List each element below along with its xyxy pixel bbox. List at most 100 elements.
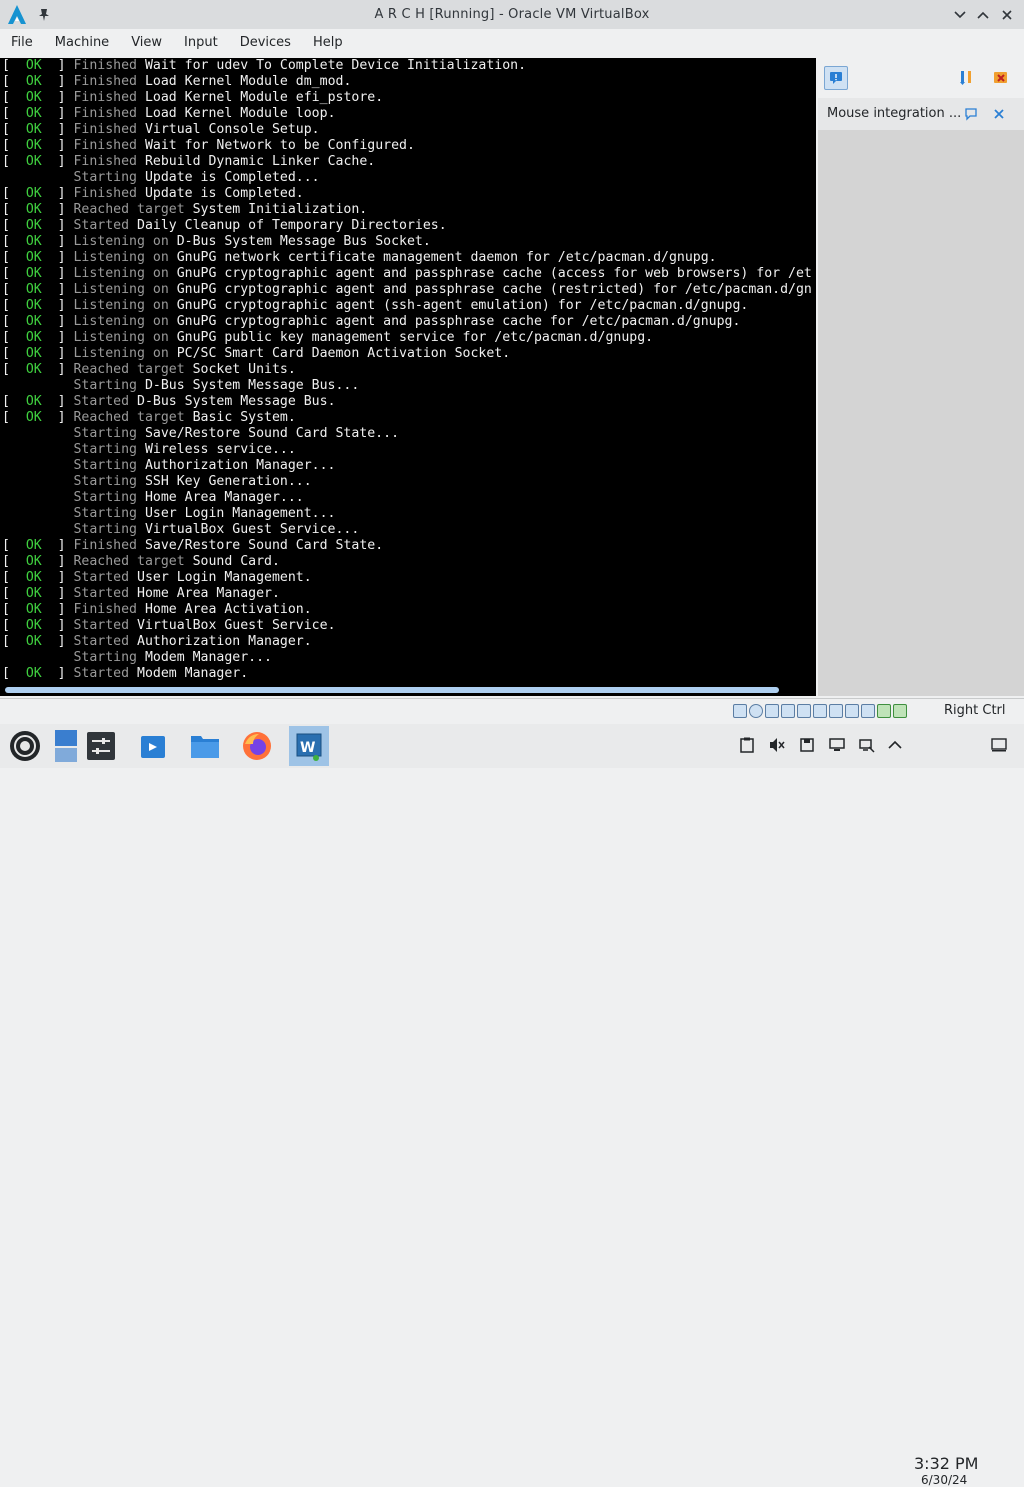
window-titlebar[interactable]: A R C H [Running] - Oracle VM VirtualBox bbox=[0, 0, 1024, 29]
sort-icon[interactable] bbox=[956, 67, 978, 89]
notification-text: Mouse integration ... bbox=[827, 106, 962, 121]
menu-bar: File Machine View Input Devices Help bbox=[0, 29, 1024, 57]
ok-status: OK bbox=[25, 90, 42, 105]
usb-icon[interactable] bbox=[797, 704, 811, 718]
system-settings-icon[interactable] bbox=[81, 726, 121, 766]
ok-status: OK bbox=[25, 586, 42, 601]
cpu-icon[interactable] bbox=[877, 704, 891, 718]
console-line: [ OK ] Reached target Sound Card. bbox=[2, 554, 280, 569]
ok-status: OK bbox=[25, 154, 42, 169]
notification-panel-body bbox=[818, 130, 1024, 696]
recording-icon[interactable] bbox=[845, 704, 859, 718]
console-line: Starting Authorization Manager... bbox=[73, 458, 336, 473]
notification-help-icon[interactable] bbox=[960, 103, 982, 125]
discover-store-icon[interactable] bbox=[133, 726, 173, 766]
window-title: A R C H [Running] - Oracle VM VirtualBox bbox=[374, 7, 650, 22]
shared-folders-icon[interactable] bbox=[813, 704, 827, 718]
clock-time[interactable]: 3:32 PM bbox=[914, 1454, 978, 1473]
ok-status: OK bbox=[25, 122, 42, 137]
display-icon[interactable] bbox=[829, 704, 843, 718]
peek-desktop-icon[interactable] bbox=[990, 736, 1008, 754]
clipboard-icon[interactable] bbox=[738, 736, 756, 754]
disk-icon[interactable] bbox=[798, 736, 816, 754]
console-line: [ OK ] Started User Login Management. bbox=[2, 570, 312, 585]
console-line: [ OK ] Reached target Socket Units. bbox=[2, 362, 296, 377]
console-line: Starting SSH Key Generation... bbox=[73, 474, 312, 489]
hard-disk-icon[interactable] bbox=[733, 704, 747, 718]
console-line: [ OK ] Started D-Bus System Message Bus. bbox=[2, 394, 336, 409]
ok-status: OK bbox=[25, 666, 42, 681]
display-configuration-icon[interactable] bbox=[828, 736, 846, 754]
arch-logo-icon[interactable] bbox=[4, 3, 30, 27]
notification-center-header bbox=[818, 58, 1024, 98]
console-line: Starting VirtualBox Guest Service... bbox=[73, 522, 360, 537]
menu-file[interactable]: File bbox=[0, 29, 44, 57]
show-hidden-tray-icon[interactable] bbox=[886, 736, 904, 754]
ok-status: OK bbox=[25, 234, 42, 249]
console-line: [ OK ] Listening on PC/SC Smart Card Dae… bbox=[2, 346, 511, 361]
console-line: [ OK ] Started Home Area Manager. bbox=[2, 586, 280, 601]
close-all-notifications-icon[interactable] bbox=[990, 67, 1012, 89]
host-key-icon[interactable] bbox=[893, 704, 907, 718]
ok-status: OK bbox=[25, 74, 42, 89]
network-icon[interactable] bbox=[781, 704, 795, 718]
audio-icon[interactable] bbox=[765, 704, 779, 718]
vm-console[interactable]: [ OK ] Finished Wait for udev To Complet… bbox=[0, 58, 816, 684]
minimize-button[interactable] bbox=[950, 5, 970, 25]
scrollbar-thumb[interactable] bbox=[5, 687, 779, 693]
ok-status: OK bbox=[25, 602, 42, 617]
horizontal-scrollbar[interactable] bbox=[0, 684, 816, 696]
notification-mouse-integration[interactable]: Mouse integration ... bbox=[818, 98, 1024, 130]
ok-status: OK bbox=[25, 410, 42, 425]
host-key-label: Right Ctrl bbox=[944, 703, 1006, 718]
console-line: Starting User Login Management... bbox=[73, 506, 336, 521]
ok-status: OK bbox=[25, 634, 42, 649]
ok-status: OK bbox=[25, 394, 42, 409]
console-line: [ OK ] Finished Update is Completed. bbox=[2, 186, 304, 201]
ok-status: OK bbox=[25, 202, 42, 217]
optical-drive-icon[interactable] bbox=[749, 704, 763, 718]
ok-status: OK bbox=[25, 554, 42, 569]
console-line: [ OK ] Started Daily Cleanup of Temporar… bbox=[2, 218, 447, 233]
menu-help[interactable]: Help bbox=[302, 29, 354, 57]
menu-machine[interactable]: Machine bbox=[44, 29, 120, 57]
close-button[interactable] bbox=[997, 5, 1017, 25]
network-disconnected-icon[interactable] bbox=[858, 736, 876, 754]
firefox-icon[interactable] bbox=[237, 726, 277, 766]
console-line: [ OK ] Finished Save/Restore Sound Card … bbox=[2, 538, 384, 553]
console-line: Starting Wireless service... bbox=[73, 442, 296, 457]
console-line: [ OK ] Finished Load Kernel Module loop. bbox=[2, 106, 336, 121]
file-manager-icon[interactable] bbox=[185, 726, 225, 766]
ok-status: OK bbox=[25, 106, 42, 121]
notification-center-icon[interactable] bbox=[824, 66, 848, 90]
ok-status: OK bbox=[25, 314, 42, 329]
console-line: [ OK ] Listening on GnuPG cryptographic … bbox=[2, 298, 749, 313]
ok-status: OK bbox=[25, 186, 42, 201]
console-line: [ OK ] Finished Load Kernel Module efi_p… bbox=[2, 90, 384, 105]
pin-icon[interactable] bbox=[34, 5, 54, 25]
menu-input[interactable]: Input bbox=[173, 29, 229, 57]
console-line: [ OK ] Reached target Basic System. bbox=[2, 410, 296, 425]
console-line: [ OK ] Listening on GnuPG cryptographic … bbox=[2, 314, 741, 329]
volume-muted-icon[interactable] bbox=[768, 736, 786, 754]
clock-date[interactable]: 6/30/24 bbox=[921, 1473, 967, 1487]
machine-icon[interactable] bbox=[861, 704, 875, 718]
ok-status: OK bbox=[25, 346, 42, 361]
application-launcher-icon[interactable] bbox=[5, 726, 45, 766]
console-line: [ OK ] Listening on GnuPG public key man… bbox=[2, 330, 654, 345]
show-desktop-icon[interactable] bbox=[46, 726, 86, 766]
console-line: Starting Update is Completed... bbox=[73, 170, 320, 185]
console-line: [ OK ] Listening on GnuPG cryptographic … bbox=[2, 282, 812, 297]
virtualbox-taskbar-icon[interactable]: W bbox=[289, 726, 329, 766]
ok-status: OK bbox=[25, 138, 42, 153]
console-line: [ OK ] Listening on GnuPG cryptographic … bbox=[2, 266, 812, 281]
ok-status: OK bbox=[25, 282, 42, 297]
console-line: Starting Save/Restore Sound Card State..… bbox=[73, 426, 400, 441]
console-line: [ OK ] Started Authorization Manager. bbox=[2, 634, 312, 649]
notification-close-icon[interactable] bbox=[988, 103, 1010, 125]
menu-view[interactable]: View bbox=[120, 29, 173, 57]
vm-statusbar: Right Ctrl bbox=[0, 698, 1024, 725]
menu-devices[interactable]: Devices bbox=[229, 29, 302, 57]
console-line: [ OK ] Finished Virtual Console Setup. bbox=[2, 122, 320, 137]
maximize-button[interactable] bbox=[973, 5, 993, 25]
